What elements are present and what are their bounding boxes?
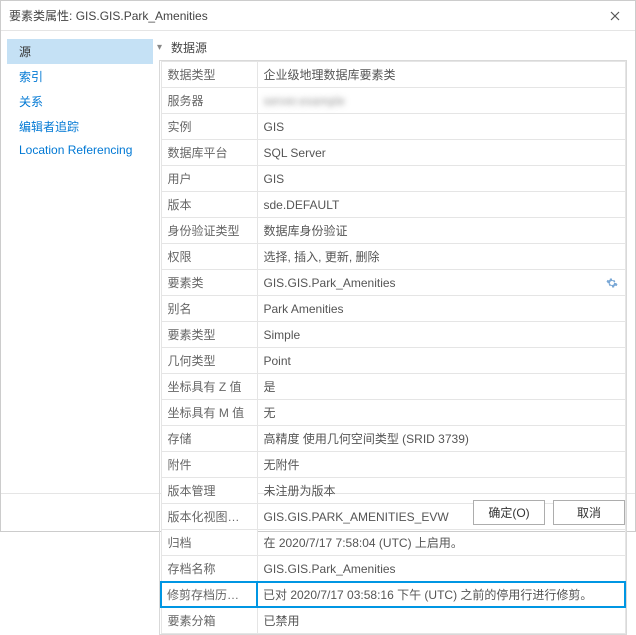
table-row: 要素分箱已禁用: [161, 607, 625, 634]
prop-value: Park Amenities: [257, 296, 625, 322]
table-row: 别名Park Amenities: [161, 296, 625, 322]
title-name: GIS.GIS.Park_Amenities: [76, 9, 208, 23]
prop-key: 修剪存档历史记录: [161, 582, 257, 607]
table-row: 用户GIS: [161, 166, 625, 192]
prop-key: 服务器: [161, 88, 257, 114]
nav-item-label: 索引: [19, 70, 43, 84]
table-row: 数据库平台SQL Server: [161, 140, 625, 166]
table-row: 实例GIS: [161, 114, 625, 140]
prop-key: 身份验证类型: [161, 218, 257, 244]
prop-value: GIS: [257, 114, 625, 140]
prop-value: GIS.GIS.Park_Amenities: [257, 270, 625, 296]
prop-key: 要素类: [161, 270, 257, 296]
prop-key: 存档名称: [161, 556, 257, 583]
prop-key: 版本管理: [161, 478, 257, 504]
prop-key: 要素类型: [161, 322, 257, 348]
table-row: 权限选择, 插入, 更新, 删除: [161, 244, 625, 270]
prop-key: 数据库平台: [161, 140, 257, 166]
prop-value: 已对 2020/7/17 03:58:16 下午 (UTC) 之前的停用行进行修…: [257, 582, 625, 607]
prop-key: 版本: [161, 192, 257, 218]
table-row: 存储高精度 使用几何空间类型 (SRID 3739): [161, 426, 625, 452]
prop-key: 坐标具有 Z 值: [161, 374, 257, 400]
titlebar: 要素类属性: GIS.GIS.Park_Amenities: [1, 1, 635, 31]
prop-key: 别名: [161, 296, 257, 322]
prop-key: 存储: [161, 426, 257, 452]
chevron-down-icon: ▾: [157, 42, 171, 53]
prop-value: 在 2020/7/17 7:58:04 (UTC) 上启用。: [257, 530, 625, 556]
prop-value: SQL Server: [257, 140, 625, 166]
table-row: 存档名称GIS.GIS.Park_Amenities: [161, 556, 625, 583]
cancel-button[interactable]: 取消: [553, 500, 625, 525]
prop-key: 数据类型: [161, 62, 257, 88]
prop-value: 企业级地理数据库要素类: [257, 62, 625, 88]
close-button[interactable]: [595, 1, 635, 31]
prop-value: 是: [257, 374, 625, 400]
nav-item-label: Location Referencing: [19, 143, 132, 157]
prop-value: 已禁用: [257, 607, 625, 634]
window-title: 要素类属性: GIS.GIS.Park_Amenities: [9, 7, 208, 24]
table-row: 服务器server.example: [161, 88, 625, 114]
nav-panel: 源 索引 关系 编辑者追踪 Location Referencing: [7, 37, 153, 493]
table-row: 数据类型企业级地理数据库要素类: [161, 62, 625, 88]
prop-key: 归档: [161, 530, 257, 556]
table-row: 几何类型Point: [161, 348, 625, 374]
table-row: 修剪存档历史记录已对 2020/7/17 03:58:16 下午 (UTC) 之…: [161, 582, 625, 607]
prop-value: Point: [257, 348, 625, 374]
prop-key: 附件: [161, 452, 257, 478]
prop-value: GIS: [257, 166, 625, 192]
table-row: 要素类型Simple: [161, 322, 625, 348]
table-row: 坐标具有 M 值无: [161, 400, 625, 426]
section-header[interactable]: ▾ 数据源: [157, 37, 629, 60]
prop-value: server.example: [257, 88, 625, 114]
title-prefix: 要素类属性:: [9, 9, 72, 23]
prop-value: 无附件: [257, 452, 625, 478]
nav-item-location-referencing[interactable]: Location Referencing: [7, 139, 153, 161]
table-row: 要素类 GIS.GIS.Park_Amenities: [161, 270, 625, 296]
prop-value: 选择, 插入, 更新, 删除: [257, 244, 625, 270]
gear-icon[interactable]: [605, 276, 619, 290]
prop-key: 权限: [161, 244, 257, 270]
close-icon: [610, 11, 620, 21]
nav-item-label: 源: [19, 45, 31, 59]
prop-key: 几何类型: [161, 348, 257, 374]
nav-item-index[interactable]: 索引: [7, 64, 153, 89]
prop-key: 实例: [161, 114, 257, 140]
nav-item-relationship[interactable]: 关系: [7, 89, 153, 114]
prop-value: GIS.GIS.Park_Amenities: [257, 556, 625, 583]
nav-item-editor-tracking[interactable]: 编辑者追踪: [7, 114, 153, 139]
properties-panel: ▾ 数据源 数据类型企业级地理数据库要素类 服务器server.example …: [153, 37, 629, 493]
properties-table: 数据类型企业级地理数据库要素类 服务器server.example 实例GIS …: [160, 61, 626, 634]
nav-item-label: 关系: [19, 95, 43, 109]
table-row: 身份验证类型数据库身份验证: [161, 218, 625, 244]
table-row: 附件无附件: [161, 452, 625, 478]
section-title: 数据源: [171, 39, 207, 56]
ok-button[interactable]: 确定(O): [473, 500, 545, 525]
prop-key: 坐标具有 M 值: [161, 400, 257, 426]
prop-key: 版本化视图名称: [161, 504, 257, 530]
prop-key: 要素分箱: [161, 607, 257, 634]
prop-value: Simple: [257, 322, 625, 348]
prop-value: 高精度 使用几何空间类型 (SRID 3739): [257, 426, 625, 452]
nav-item-label: 编辑者追踪: [19, 120, 79, 134]
prop-value: 无: [257, 400, 625, 426]
table-row: 版本sde.DEFAULT: [161, 192, 625, 218]
prop-key: 用户: [161, 166, 257, 192]
prop-value-text: GIS.GIS.Park_Amenities: [264, 276, 396, 290]
prop-value: 数据库身份验证: [257, 218, 625, 244]
table-row: 坐标具有 Z 值是: [161, 374, 625, 400]
prop-value: sde.DEFAULT: [257, 192, 625, 218]
nav-item-source[interactable]: 源: [7, 39, 153, 64]
table-row: 归档在 2020/7/17 7:58:04 (UTC) 上启用。: [161, 530, 625, 556]
dialog-body: 源 索引 关系 编辑者追踪 Location Referencing ▾ 数据源…: [1, 31, 635, 493]
